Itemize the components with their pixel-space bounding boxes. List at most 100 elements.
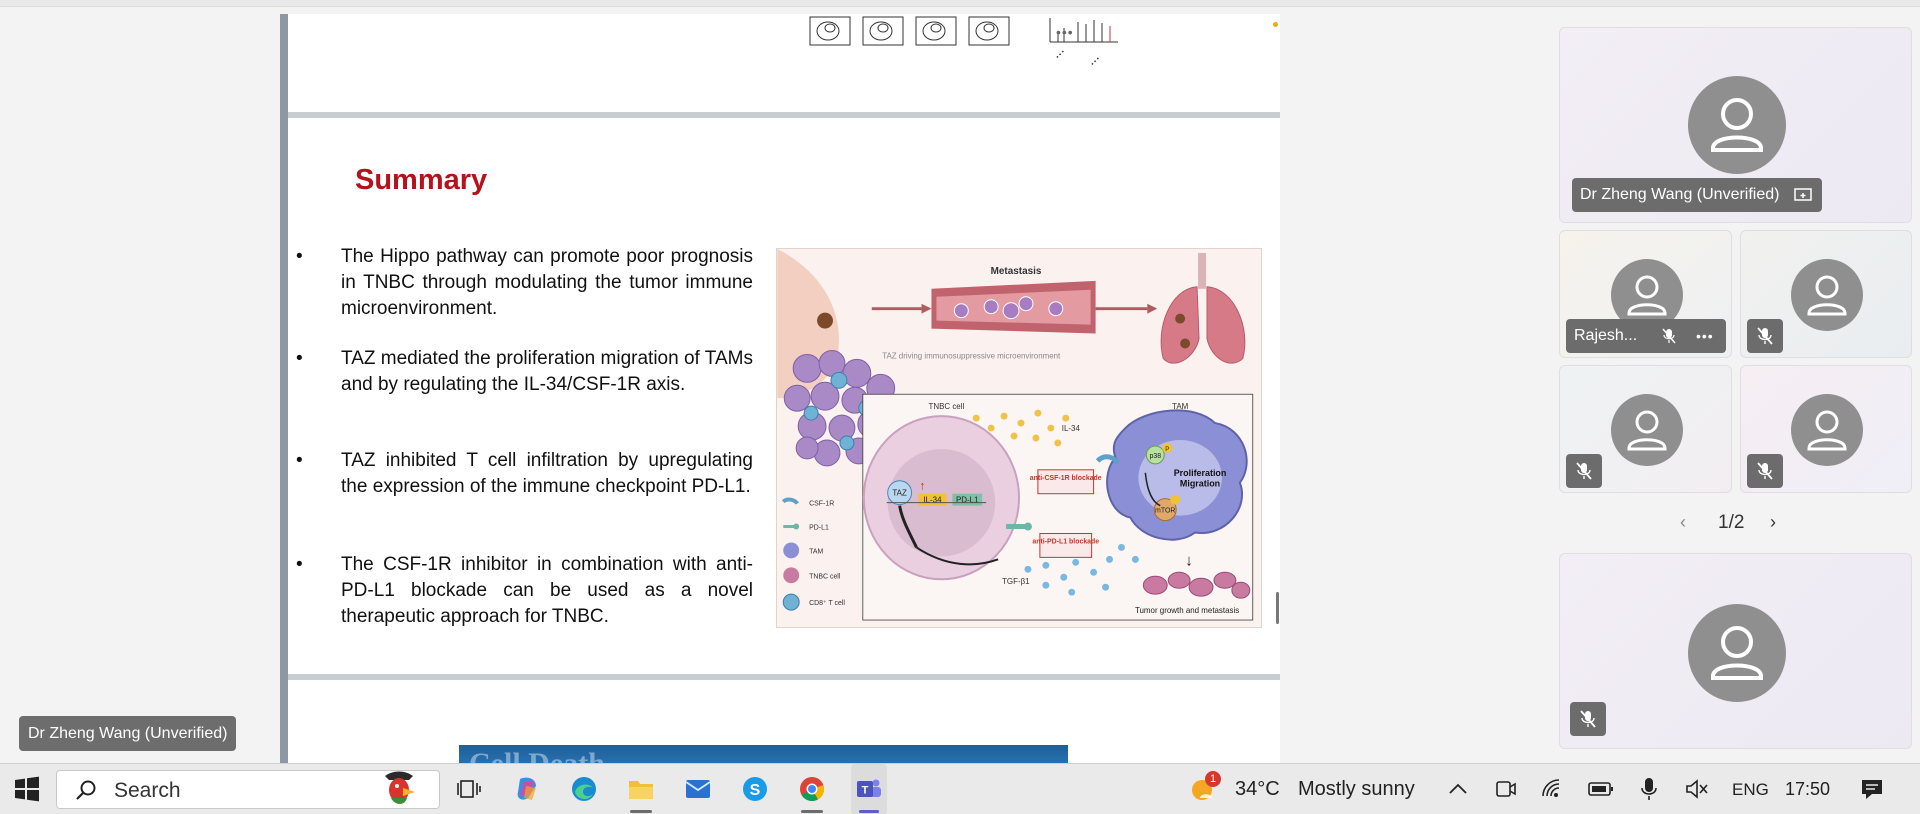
- teams-icon: T: [857, 779, 881, 797]
- mic-muted-icon: [1757, 327, 1773, 345]
- notification-badge: 1: [1205, 771, 1221, 787]
- search-input[interactable]: Search: [56, 770, 440, 809]
- microphone-icon[interactable]: [1641, 777, 1657, 801]
- weather-widget[interactable]: 1 34°C Mostly sunny: [1188, 764, 1418, 814]
- mic-muted-chip: [1566, 454, 1602, 488]
- figure-label-migration: Migration: [1180, 479, 1220, 489]
- window-top-border: [0, 0, 1920, 7]
- mic-muted-chip: [1747, 319, 1783, 353]
- participant-tile[interactable]: [1740, 365, 1912, 493]
- copilot-button[interactable]: [512, 764, 542, 814]
- figure-label-mtor: mTOR: [1155, 508, 1175, 515]
- mail-button[interactable]: [683, 764, 713, 814]
- show-hidden-icons-chevron-icon[interactable]: [1448, 782, 1468, 796]
- document-margin: [280, 14, 288, 763]
- participant-name: Rajesh...: [1574, 327, 1638, 344]
- clock[interactable]: 17:50: [1785, 779, 1830, 800]
- gallery-pager: ‹ 1/2 ›: [1680, 512, 1790, 536]
- more-options-icon[interactable]: •••: [1696, 319, 1714, 353]
- edge-button[interactable]: [569, 764, 599, 814]
- prev-page-button[interactable]: ‹: [1680, 512, 1686, 533]
- chrome-button[interactable]: [797, 764, 827, 814]
- speaker-muted-icon[interactable]: [1685, 778, 1709, 800]
- bullet-text: The CSF-1R inhibitor in combination with…: [341, 554, 753, 627]
- participant-tile-self[interactable]: [1559, 553, 1912, 749]
- running-indicator: [801, 810, 823, 813]
- previous-slide-chart: ▪ ▪ ▪ ▪ ▪ ▪: [788, 14, 1168, 72]
- participant-tile[interactable]: [1559, 365, 1732, 493]
- running-indicator: [630, 810, 652, 813]
- bullet-dot: •: [296, 246, 303, 267]
- figure-label-metastasis: Metastasis: [991, 266, 1042, 277]
- legend-label-pdl1: PD-L1: [809, 525, 829, 532]
- edge-icon: [572, 777, 596, 801]
- figure-label-tnbc: TNBC cell: [929, 402, 965, 411]
- search-placeholder: Search: [114, 779, 181, 802]
- participant-name: Dr Zheng Wang (Unverified): [1580, 186, 1780, 203]
- more-options-icon[interactable]: •••: [1056, 24, 1074, 40]
- notification-center-icon[interactable]: [1860, 778, 1884, 800]
- avatar: [1791, 394, 1863, 466]
- slide-separator-top: [288, 112, 1280, 118]
- avatar: [1611, 394, 1683, 466]
- shared-screen[interactable]: ▪ ▪ ▪ ▪ ▪ ▪ ••• Summary • The Hippo path…: [0, 8, 1540, 763]
- next-slide-title: Cell Death: [469, 747, 605, 763]
- mic-muted-icon: [1580, 710, 1596, 728]
- participant-tile[interactable]: Rajesh... •••: [1559, 230, 1732, 358]
- start-button[interactable]: [10, 764, 44, 814]
- figure-label-il34: IL-34: [1062, 424, 1081, 433]
- chrome-icon: [800, 777, 825, 802]
- bullet-text: The Hippo pathway can promote poor progn…: [341, 246, 753, 319]
- task-view-icon: [457, 780, 481, 798]
- mic-muted-chip: [1570, 702, 1606, 736]
- svg-text:T: T: [862, 785, 869, 797]
- bullet-text: TAZ mediated the proliferation migration…: [341, 348, 753, 395]
- svg-text:↑: ↑: [920, 479, 926, 493]
- svg-text:S: S: [750, 782, 761, 799]
- next-page-button[interactable]: ›: [1770, 512, 1776, 533]
- page-indicator: 1/2: [1718, 512, 1745, 533]
- participant-tile-featured[interactable]: Dr Zheng Wang (Unverified): [1559, 27, 1912, 223]
- search-icon: [76, 780, 96, 800]
- folder-icon: [629, 781, 653, 799]
- avatar: [1791, 259, 1863, 331]
- mic-muted-icon: [1757, 462, 1773, 480]
- mail-icon: [685, 780, 711, 798]
- skype-button[interactable]: S: [740, 764, 770, 814]
- mic-muted-icon: [1576, 462, 1592, 480]
- legend-label-tam: TAM: [809, 548, 823, 555]
- legend-label-csf1r: CSF-1R: [809, 501, 834, 508]
- participant-tile[interactable]: [1740, 230, 1912, 358]
- legend-label-tnbc: TNBC cell: [809, 573, 841, 580]
- battery-icon[interactable]: [1588, 781, 1614, 797]
- weather-description: Mostly sunny: [1298, 778, 1415, 800]
- meet-now-icon[interactable]: [1495, 778, 1517, 800]
- slide-separator-bottom: [288, 674, 1280, 680]
- taskbar: Search S T 1 34°C Mostly sunny ENG 17:50: [0, 763, 1920, 814]
- person-icon: [1627, 410, 1667, 451]
- avatar: [1688, 76, 1786, 174]
- bullet-dot: •: [296, 450, 303, 471]
- person-icon: [1807, 410, 1847, 451]
- avatar: [1688, 604, 1786, 702]
- file-explorer-button[interactable]: [626, 764, 656, 814]
- weather-temperature: 34°C: [1235, 778, 1280, 800]
- participant-name-chip: Rajesh... •••: [1566, 319, 1726, 353]
- figure-label-p: P: [1165, 447, 1169, 453]
- document-scrollbar[interactable]: [1276, 592, 1279, 624]
- language-indicator[interactable]: ENG: [1732, 780, 1769, 800]
- mic-muted-chip: [1747, 454, 1783, 488]
- network-icon[interactable]: [1541, 778, 1565, 800]
- person-icon: [1807, 275, 1847, 316]
- figure-label-pdl1-gene: PD-L1: [956, 496, 979, 505]
- teams-button[interactable]: T: [851, 764, 887, 814]
- presentation-document[interactable]: ▪ ▪ ▪ ▪ ▪ ▪ ••• Summary • The Hippo path…: [288, 14, 1280, 763]
- task-view-button[interactable]: [455, 764, 485, 814]
- person-icon: [1711, 626, 1763, 680]
- running-indicator: [859, 810, 879, 813]
- figure-label-anti-pdl1: anti-PD-L1 blockade: [1032, 538, 1099, 545]
- bullet-text: TAZ inhibited T cell infiltration by upr…: [341, 450, 753, 497]
- figure-label-tgf: TGF-β1: [1002, 577, 1030, 586]
- figure-label-p38: p38: [1149, 453, 1161, 460]
- tnbc-cell-illustration: TAZ IL-34 PD-L1 ↑: [862, 415, 1020, 581]
